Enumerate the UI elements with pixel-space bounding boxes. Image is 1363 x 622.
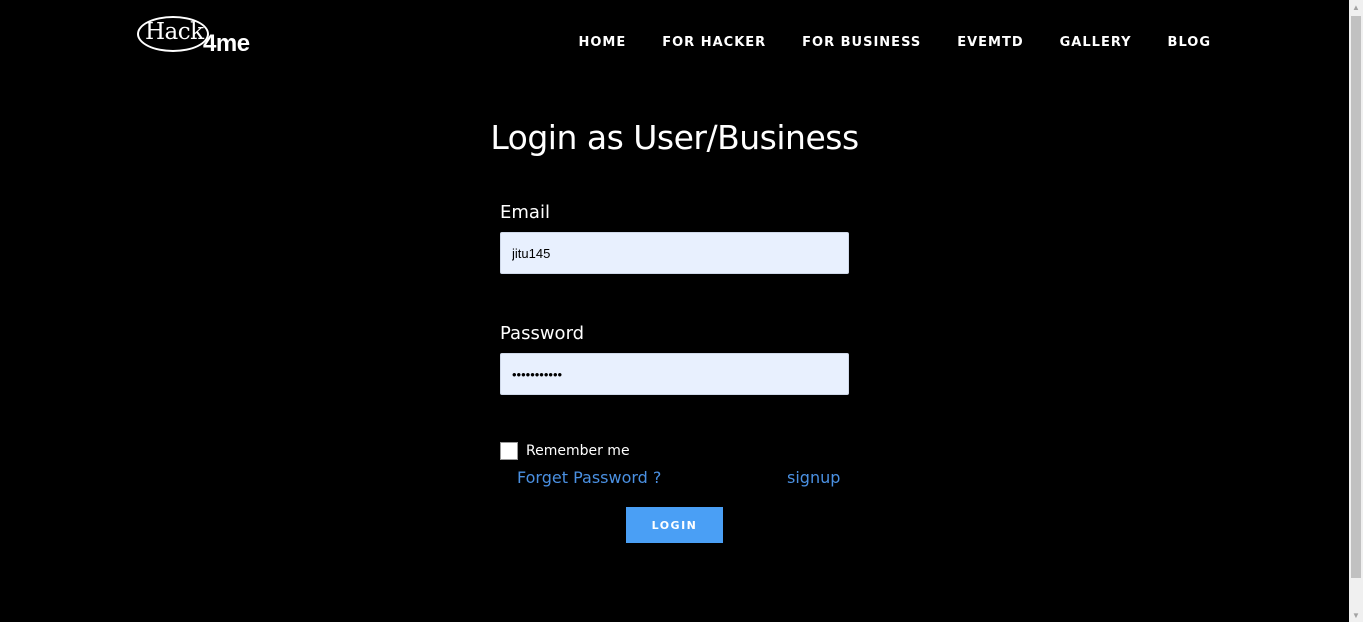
nav-blog[interactable]: BLOG xyxy=(1168,35,1211,50)
nav-for-business[interactable]: FOR BUSINESS xyxy=(802,35,921,50)
page: Hack 4me HOME FOR HACKER FOR BUSINESS EV… xyxy=(0,0,1349,622)
remember-me-checkbox[interactable] xyxy=(500,442,518,460)
nav-gallery[interactable]: GALLERY xyxy=(1060,35,1132,50)
site-logo[interactable]: Hack 4me xyxy=(137,16,257,58)
vertical-scrollbar[interactable]: ▲ ▼ xyxy=(1349,0,1363,622)
remember-me-label: Remember me xyxy=(526,443,630,459)
scroll-down-arrow-icon[interactable]: ▼ xyxy=(1349,608,1363,622)
forget-password-link[interactable]: Forget Password ? xyxy=(517,468,661,487)
login-button[interactable]: LOGIN xyxy=(626,507,723,543)
nav-home[interactable]: HOME xyxy=(579,35,627,50)
scroll-up-arrow-icon[interactable]: ▲ xyxy=(1349,0,1363,14)
password-label: Password xyxy=(500,323,585,344)
nav-event[interactable]: EVEMTD xyxy=(957,35,1023,50)
page-title: Login as User/Business xyxy=(490,118,859,157)
logo-text-4me: 4me xyxy=(203,30,250,57)
nav-for-hacker[interactable]: FOR HACKER xyxy=(662,35,766,50)
scrollbar-thumb[interactable] xyxy=(1351,16,1361,578)
password-field[interactable] xyxy=(500,353,849,395)
email-field[interactable] xyxy=(500,232,849,274)
signup-link[interactable]: signup xyxy=(787,468,840,487)
main-nav: HOME FOR HACKER FOR BUSINESS EVEMTD GALL… xyxy=(543,35,1212,50)
logo-text-hack: Hack xyxy=(145,19,204,45)
email-label: Email xyxy=(500,202,550,223)
